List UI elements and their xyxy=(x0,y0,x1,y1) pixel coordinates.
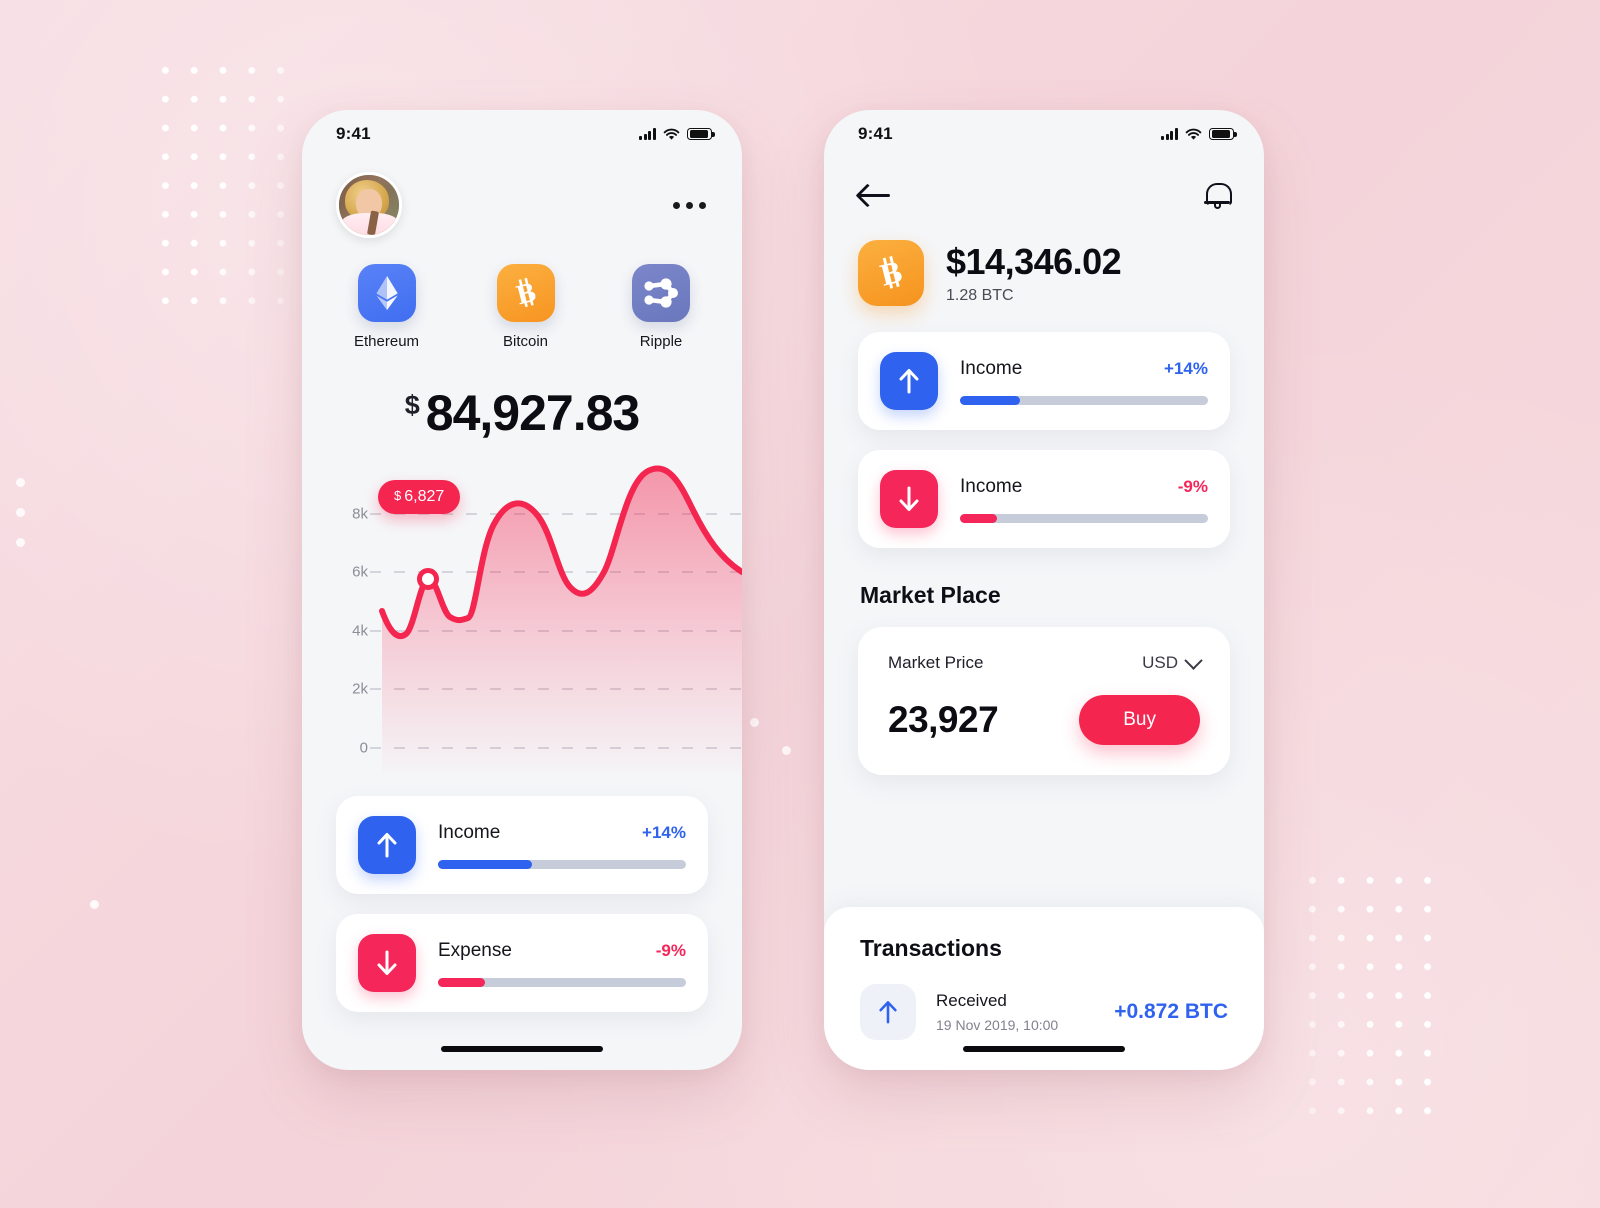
coin-item-ripple[interactable]: Ripple xyxy=(631,264,690,350)
decorative-dot xyxy=(16,538,25,547)
stat-label: Income xyxy=(960,475,1023,497)
decorative-dot xyxy=(16,508,25,517)
currency-value: USD xyxy=(1142,653,1178,672)
chart-highlight-point xyxy=(417,568,439,590)
wifi-icon xyxy=(663,128,680,140)
coin-item-bitcoin[interactable]: B Bitcoin xyxy=(496,264,555,350)
bell-icon[interactable] xyxy=(1204,180,1232,210)
transaction-type: Received xyxy=(936,991,1007,1010)
stat-card-income-up[interactable]: Income +14% xyxy=(858,332,1230,430)
arrow-up-icon xyxy=(358,816,416,874)
total-balance: $84,927.83 xyxy=(302,350,742,442)
tooltip-currency: $ xyxy=(394,488,402,503)
buy-button[interactable]: Buy xyxy=(1079,695,1200,745)
back-arrow-icon[interactable] xyxy=(858,180,892,210)
wallet-fiat-amount: $14,346.02 xyxy=(946,241,1122,282)
progress-fill xyxy=(960,395,1020,405)
arrow-up-icon xyxy=(860,984,916,1040)
wifi-icon xyxy=(1185,128,1202,140)
list-item[interactable]: Received 19 Nov 2019, 10:00 +0.872 BTC xyxy=(860,984,1228,1040)
progress-bar xyxy=(438,859,686,869)
decorative-dot-grid-right xyxy=(1294,862,1446,1134)
stat-label: Income xyxy=(438,821,501,843)
market-place-title: Market Place xyxy=(860,582,1001,608)
home-indicator xyxy=(963,1046,1125,1052)
wallet-crypto-amount: 1.28 BTC xyxy=(946,287,1014,304)
progress-fill xyxy=(438,977,486,987)
transaction-datetime: 19 Nov 2019, 10:00 xyxy=(936,1017,1059,1033)
battery-full-icon xyxy=(1209,127,1237,141)
status-bar: 9:41 xyxy=(824,110,1264,158)
home-indicator xyxy=(441,1046,603,1052)
portfolio-chart[interactable]: 8k 6k 4k 2k 0 $ 6,827 xyxy=(302,454,742,774)
progress-fill xyxy=(438,859,533,869)
transaction-amount: +0.872 BTC xyxy=(1114,1000,1228,1023)
battery-full-icon xyxy=(687,127,715,141)
bitcoin-icon: B xyxy=(496,264,555,322)
arrow-down-icon xyxy=(358,934,416,992)
progress-bar xyxy=(960,395,1208,405)
chart-y-axis: 8k 6k 4k 2k 0 xyxy=(332,454,368,774)
currency-selector[interactable]: USD xyxy=(1142,650,1203,673)
tooltip-value: 6,827 xyxy=(404,488,445,505)
coin-label: Ethereum xyxy=(354,333,420,350)
status-time: 9:41 xyxy=(858,124,893,143)
arrow-up-icon xyxy=(880,352,938,410)
decorative-dot-grid-left xyxy=(147,52,299,322)
coin-item-ethereum[interactable]: Ethereum xyxy=(354,264,419,350)
coin-label: Bitcoin xyxy=(503,333,549,350)
status-bar: 9:41 xyxy=(302,110,742,158)
right-top-bar xyxy=(824,158,1264,210)
ethereum-icon xyxy=(357,264,416,322)
stat-card-income[interactable]: Income +14% xyxy=(336,796,708,894)
decorative-dot xyxy=(90,900,99,909)
stat-percent: +14% xyxy=(1164,358,1208,378)
progress-bar xyxy=(438,977,686,987)
wallet-summary: B $14,346.02 1.28 BTC xyxy=(824,210,1264,332)
arrow-down-icon xyxy=(880,470,938,528)
signal-bars-icon xyxy=(1161,128,1178,140)
left-top-bar xyxy=(302,158,742,238)
stat-card-income-down[interactable]: Income -9% xyxy=(858,450,1230,548)
phone-left-dashboard: 9:41 Ethereum B Bitcoin Ripple $ 84,927.… xyxy=(302,110,742,1070)
stat-label: Expense xyxy=(438,939,512,961)
stat-label: Income xyxy=(960,357,1023,379)
bitcoin-icon: B xyxy=(858,240,924,306)
chart-tooltip: $6,827 xyxy=(378,480,461,514)
phone-right-wallet: 9:41 B $14,346.02 1.28 BTC Income +14% I… xyxy=(824,110,1264,1070)
market-price-card: Market Price USD 23,927 Buy xyxy=(858,627,1230,775)
ripple-icon xyxy=(631,264,690,322)
coin-label: Ripple xyxy=(639,333,683,350)
more-options-icon[interactable] xyxy=(671,180,708,231)
progress-fill xyxy=(960,513,998,523)
signal-bars-icon xyxy=(639,128,656,140)
balance-currency: $ xyxy=(404,390,420,420)
market-price-value: 23,927 xyxy=(888,699,999,740)
decorative-dot xyxy=(782,746,791,755)
decorative-dot xyxy=(16,478,25,487)
stat-percent: -9% xyxy=(1177,476,1208,496)
stat-percent: +14% xyxy=(642,822,686,842)
avatar[interactable] xyxy=(336,172,402,238)
status-time: 9:41 xyxy=(336,124,371,143)
transactions-title: Transactions xyxy=(860,935,1002,961)
market-price-label: Market Price xyxy=(888,653,984,672)
stat-card-expense[interactable]: Expense -9% xyxy=(336,914,708,1012)
balance-amount: 84,927.83 xyxy=(425,385,640,441)
chevron-down-icon xyxy=(1184,650,1203,670)
decorative-dot xyxy=(750,718,759,727)
coin-selector: Ethereum B Bitcoin Ripple xyxy=(302,238,742,350)
stat-percent: -9% xyxy=(655,940,686,960)
progress-bar xyxy=(960,513,1208,523)
